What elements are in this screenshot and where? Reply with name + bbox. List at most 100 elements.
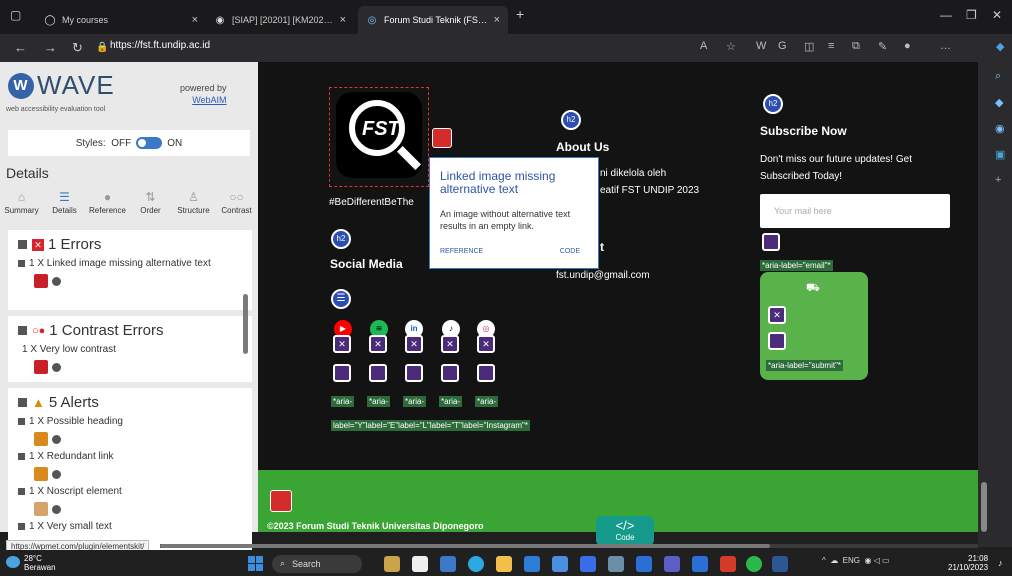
errors-checkbox[interactable]	[18, 240, 27, 249]
add-icon[interactable]: +	[995, 174, 1001, 186]
aria-tag-icon[interactable]	[369, 364, 387, 382]
profile-icon[interactable]: ●	[904, 40, 911, 52]
wave-scrollbar[interactable]	[243, 294, 248, 354]
aria-tag-icon[interactable]	[762, 233, 780, 251]
info-icon[interactable]	[52, 434, 61, 444]
empty-link-error-icon[interactable]: ✕	[441, 335, 459, 353]
close-icon[interactable]: ×	[192, 14, 198, 26]
close-icon[interactable]: ×	[494, 14, 500, 26]
linked-image-error-marker[interactable]	[432, 128, 452, 148]
discover-icon[interactable]: ◉	[995, 122, 1005, 135]
close-window-icon[interactable]: ✕	[992, 8, 1002, 22]
alerts-checkbox[interactable]	[18, 398, 27, 407]
refresh-extension-icon[interactable]: G	[778, 40, 787, 52]
outlook-icon[interactable]: ▣	[995, 148, 1005, 161]
restore-icon[interactable]: ❐	[966, 8, 977, 22]
styles-toggle[interactable]	[136, 137, 163, 149]
possible-heading-icon[interactable]	[34, 432, 48, 446]
tab-summary[interactable]: ⌂ Summary	[0, 190, 43, 224]
new-tab-button[interactable]: +	[516, 6, 524, 22]
word-icon[interactable]	[772, 556, 788, 572]
taskbar-search[interactable]: Search	[272, 555, 362, 573]
collections-icon[interactable]: ⧉	[852, 40, 860, 53]
aria-tag-icon[interactable]	[768, 332, 786, 350]
back-icon[interactable]: ←	[14, 40, 27, 55]
extensions-icon[interactable]: ✎	[878, 40, 887, 53]
h2-marker-icon[interactable]: h2	[331, 229, 351, 249]
tooltip-code-link[interactable]: CODE	[560, 248, 580, 255]
code-button[interactable]: </> Code	[596, 516, 654, 546]
teams-icon[interactable]	[664, 556, 680, 572]
info-icon[interactable]	[52, 276, 61, 286]
info-icon[interactable]	[52, 504, 61, 514]
empty-button-error-icon[interactable]: ✕	[768, 306, 786, 324]
aria-tag-icon[interactable]	[441, 364, 459, 382]
email-input[interactable]: Your mail here	[760, 194, 950, 228]
edge-icon[interactable]	[468, 556, 484, 572]
aria-tag-icon[interactable]	[477, 364, 495, 382]
horizontal-scrollbar[interactable]	[160, 544, 978, 548]
file-explorer-icon[interactable]	[496, 556, 512, 572]
aria-tag-icon[interactable]	[405, 364, 423, 382]
tab-details[interactable]: ☰ Details	[43, 190, 86, 224]
system-tray[interactable]: ^ ☁ ENG ◉ ◁ ▭	[822, 556, 890, 565]
read-aloud-icon[interactable]: A	[700, 40, 707, 52]
tooltip-reference-link[interactable]: REFERENCE	[440, 248, 483, 255]
tab-my-courses[interactable]: ◯ My courses ×	[36, 6, 206, 34]
alert-item-checkbox[interactable]	[18, 523, 25, 530]
search-icon[interactable]: ⌕	[995, 70, 1001, 83]
tab-contrast[interactable]: ○○ Contrast	[215, 190, 258, 224]
language-indicator[interactable]: ENG	[843, 556, 860, 565]
linked-image-error-icon[interactable]	[34, 274, 48, 288]
h2-marker-icon[interactable]: h2	[763, 94, 783, 114]
app-icon[interactable]	[692, 556, 708, 572]
app-icon[interactable]	[552, 556, 568, 572]
tab-fst[interactable]: ◎ Forum Studi Teknik (FST) - Unive ×	[358, 6, 508, 34]
clock[interactable]: 21:08 21/10/2023	[948, 554, 988, 572]
fst-logo-link[interactable]: FST	[329, 87, 429, 187]
close-icon[interactable]: ×	[340, 14, 346, 26]
favorites-list-icon[interactable]: ≡	[828, 40, 834, 52]
list-marker-icon[interactable]: ☰	[331, 289, 351, 309]
vscode-icon[interactable]	[636, 556, 652, 572]
wave-extension-icon[interactable]: W	[756, 40, 766, 52]
app-icon[interactable]	[580, 556, 596, 572]
tab-actions-icon[interactable]: ▢	[10, 8, 21, 22]
aria-tag-icon[interactable]	[333, 364, 351, 382]
redundant-link-icon[interactable]	[34, 467, 48, 481]
store-icon[interactable]	[524, 556, 540, 572]
tab-order[interactable]: ⇅ Order	[129, 190, 172, 224]
empty-link-error-icon[interactable]: ✕	[333, 335, 351, 353]
task-view-icon[interactable]	[412, 556, 428, 572]
low-contrast-icon[interactable]	[34, 360, 48, 374]
alert-item-checkbox[interactable]	[18, 418, 25, 425]
alert-item-checkbox[interactable]	[18, 453, 25, 460]
contrast-checkbox[interactable]	[18, 326, 27, 335]
forward-icon[interactable]: →	[44, 40, 57, 55]
tab-structure[interactable]: ♙ Structure	[172, 190, 215, 224]
webaim-link[interactable]: WebAIM	[180, 94, 226, 106]
weather-icon[interactable]	[6, 556, 20, 568]
reload-icon[interactable]: ↻	[72, 40, 83, 56]
noscript-icon[interactable]	[34, 502, 48, 516]
alert-item-checkbox[interactable]	[18, 488, 25, 495]
empty-link-error-icon[interactable]: ✕	[477, 335, 495, 353]
more-icon[interactable]: …	[940, 40, 951, 52]
empty-link-error-icon[interactable]: ✕	[369, 335, 387, 353]
app-icon[interactable]	[440, 556, 456, 572]
tab-siap[interactable]: ◉ [SIAP] [20201] [KM2020] [Regular ×	[206, 6, 354, 34]
calculator-icon[interactable]	[608, 556, 624, 572]
page-scrollbar[interactable]	[978, 62, 990, 547]
empty-link-error-icon[interactable]: ✕	[405, 335, 423, 353]
favorite-icon[interactable]: ☆	[726, 40, 736, 53]
tab-reference[interactable]: ● Reference	[86, 190, 129, 224]
widgets-icon[interactable]	[384, 556, 400, 572]
info-icon[interactable]	[52, 469, 61, 479]
tools-icon[interactable]: ◆	[995, 96, 1003, 109]
info-icon[interactable]	[52, 362, 61, 372]
minimize-icon[interactable]: —	[940, 8, 952, 22]
start-button[interactable]	[248, 556, 264, 572]
copilot-icon[interactable]: ◆	[996, 40, 1004, 53]
weather-widget[interactable]: 28°C Berawan	[24, 554, 56, 572]
notification-icon[interactable]: ♪	[998, 558, 1003, 568]
